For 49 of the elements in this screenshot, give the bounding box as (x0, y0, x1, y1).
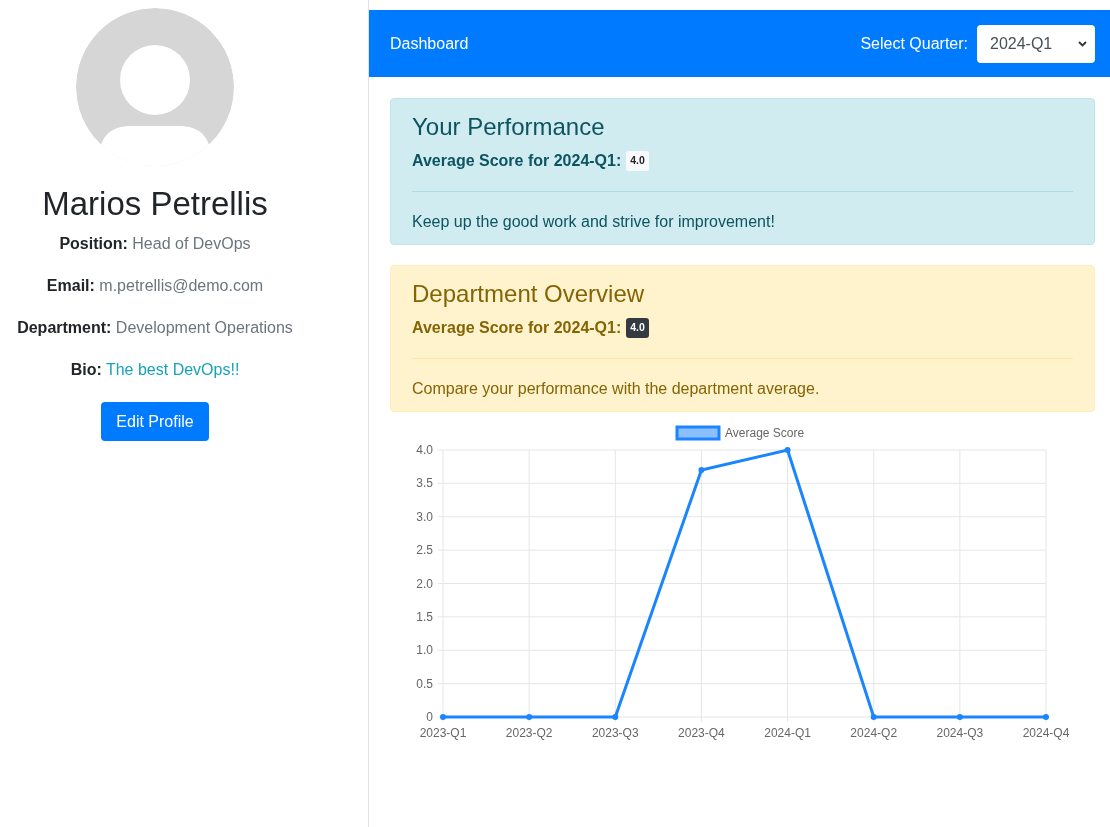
x-tick-label: 2024-Q4 (1022, 726, 1070, 740)
score-label: Average Score for 2024-Q1: (412, 318, 622, 338)
dashboard-link[interactable]: Dashboard (390, 31, 469, 56)
card-title: Your Performance (412, 112, 606, 142)
chevron-down-icon (1078, 40, 1087, 47)
y-tick-label: 2.5 (416, 543, 433, 558)
card-message: Compare your performance with the department average. (412, 379, 821, 399)
data-point (784, 447, 791, 453)
edit-profile-button[interactable]: Edit Profile (101, 402, 209, 441)
data-point (526, 714, 533, 720)
quarter-select[interactable]: 2024-Q1 (977, 24, 1095, 63)
quarter-label: Select Quarter: (860, 33, 968, 54)
legend-label: Average Score (725, 426, 805, 440)
score-badge: 4.0 (626, 318, 649, 338)
field-value: Development Operations (115, 319, 293, 336)
y-tick-label: 3.0 (416, 509, 433, 524)
field-label: Bio: (70, 361, 102, 378)
bio-link[interactable]: The best DevOps!! (105, 361, 240, 378)
x-tick-label: 2023-Q2 (505, 726, 553, 740)
data-point (612, 714, 619, 720)
field-value: m.petrellis@demo.com (99, 277, 264, 294)
y-tick-label: 1.0 (416, 643, 433, 658)
field-value: Head of DevOps (132, 235, 251, 252)
data-point (870, 714, 877, 720)
profile-name: Marios Petrellis (42, 184, 268, 224)
y-tick-label: 3.5 (416, 476, 433, 491)
data-point (956, 714, 963, 720)
field-label: Email: (46, 277, 95, 294)
field-label: Position: (59, 235, 128, 252)
data-point (698, 467, 705, 474)
x-tick-label: 2024-Q1 (764, 726, 811, 740)
card-title: Department Overview (412, 279, 646, 309)
data-point (440, 714, 446, 720)
x-tick-label: 2024-Q2 (850, 726, 898, 740)
legend-swatch (675, 425, 721, 441)
x-tick-label: 2023-Q1 (419, 726, 467, 740)
x-tick-label: 2023-Q3 (591, 726, 639, 740)
y-tick-label: 0 (426, 710, 433, 724)
data-point (1043, 714, 1049, 720)
field-label: Department: (17, 319, 112, 336)
x-tick-label: 2023-Q4 (678, 726, 725, 740)
y-tick-label: 0.5 (416, 676, 433, 691)
y-tick-label: 2.0 (416, 576, 433, 591)
x-tick-label: 2024-Q3 (936, 726, 984, 740)
y-tick-label: 1.5 (416, 609, 433, 624)
y-tick-label: 4.0 (416, 443, 433, 457)
score-label: Average Score for 2024-Q1: (412, 151, 622, 171)
score-badge: 4.0 (626, 151, 649, 171)
card-message: Keep up the good work and strive for improvement! (412, 212, 776, 232)
